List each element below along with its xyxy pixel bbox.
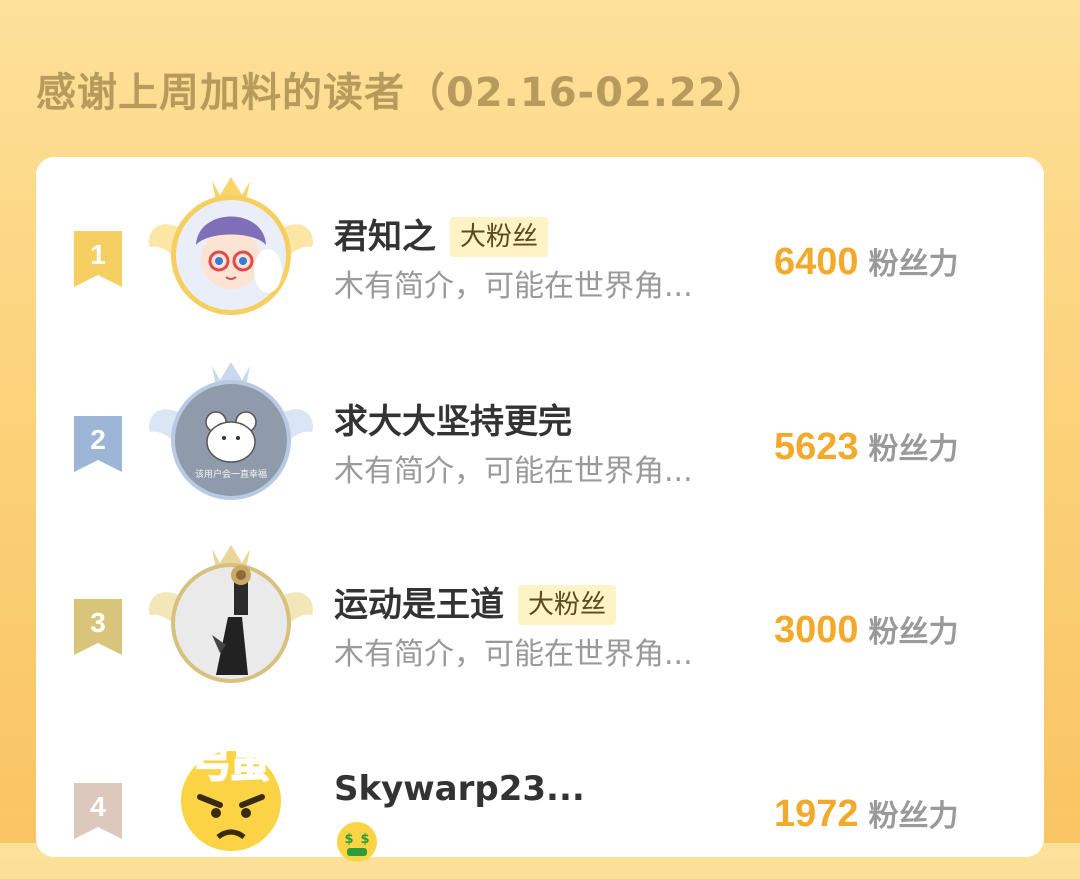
fan-power-value: 5623	[774, 426, 859, 468]
fan-power-unit: 粉丝力	[868, 799, 959, 834]
svg-text:$: $	[344, 832, 353, 847]
rank-number: 3	[90, 607, 106, 638]
rank-number: 1	[90, 239, 106, 270]
avatar[interactable]	[146, 535, 316, 695]
fan-power-value: 6400	[774, 241, 859, 283]
avatar-caption: 该用户会一直幸福	[195, 468, 267, 480]
rank-badge-icon: 1	[72, 231, 124, 287]
reader-row-2[interactable]: 2 该用户会一直幸福 求大大坚持更完 木有简介，可能在世界角... 5623 粉…	[36, 352, 1044, 512]
avatar-caption: 弓虽	[193, 742, 269, 786]
reader-row-4[interactable]: 4 弓虽 Skywarp23... $ $ 1972 粉丝力	[36, 719, 1044, 879]
rank-badge-icon: 2	[72, 416, 124, 472]
fan-power-unit: 粉丝力	[868, 247, 959, 282]
fan-level-badge: 大粉丝	[518, 585, 617, 625]
user-bio: 木有简介，可能在世界角...	[334, 637, 693, 672]
username-text: Skywarp23...	[334, 769, 585, 809]
svg-text:$: $	[360, 832, 369, 847]
fan-power-unit: 粉丝力	[868, 432, 959, 467]
avatar[interactable]	[146, 167, 316, 327]
fan-power: 1972 粉丝力	[774, 789, 959, 839]
username-text: 君知之	[334, 217, 436, 257]
rank-number: 2	[90, 424, 106, 455]
fan-power: 3000 粉丝力	[774, 605, 959, 655]
fan-power-unit: 粉丝力	[868, 615, 959, 650]
username[interactable]: Skywarp23...	[334, 767, 585, 811]
fan-power-value: 3000	[774, 609, 859, 651]
rank-badge-icon: 4	[72, 783, 124, 839]
fan-power: 5623 粉丝力	[774, 422, 959, 472]
username[interactable]: 君知之 大粉丝	[334, 215, 549, 259]
money-mouth-emoji-icon: $ $	[334, 819, 380, 865]
avatar[interactable]: 弓虽	[146, 719, 316, 879]
user-bio: 木有简介，可能在世界角...	[334, 269, 693, 304]
avatar[interactable]: 该用户会一直幸福	[146, 352, 316, 512]
user-bio: 木有简介，可能在世界角...	[334, 454, 693, 489]
username-text: 运动是王道	[334, 585, 504, 625]
fan-power: 6400 粉丝力	[774, 237, 959, 287]
username[interactable]: 运动是王道 大粉丝	[334, 583, 617, 627]
reader-row-3[interactable]: 3 运动是王道 大粉丝 木有简介，可能在世界角... 3000 粉丝力	[36, 535, 1044, 695]
username-text: 求大大坚持更完	[334, 402, 572, 442]
rank-number: 4	[90, 791, 106, 822]
reader-ranking-list: 1 君知之 大粉丝 木有简介，可能在世界角... 6400 粉丝力 2 该用户会…	[36, 157, 1044, 862]
fan-level-badge: 大粉丝	[450, 217, 549, 257]
reader-row-1[interactable]: 1 君知之 大粉丝 木有简介，可能在世界角... 6400 粉丝力	[36, 167, 1044, 327]
username[interactable]: 求大大坚持更完	[334, 400, 572, 444]
rank-badge-icon: 3	[72, 599, 124, 655]
page-title: 感谢上周加料的读者（02.16-02.22）	[36, 70, 768, 116]
fan-power-value: 1972	[774, 793, 859, 835]
